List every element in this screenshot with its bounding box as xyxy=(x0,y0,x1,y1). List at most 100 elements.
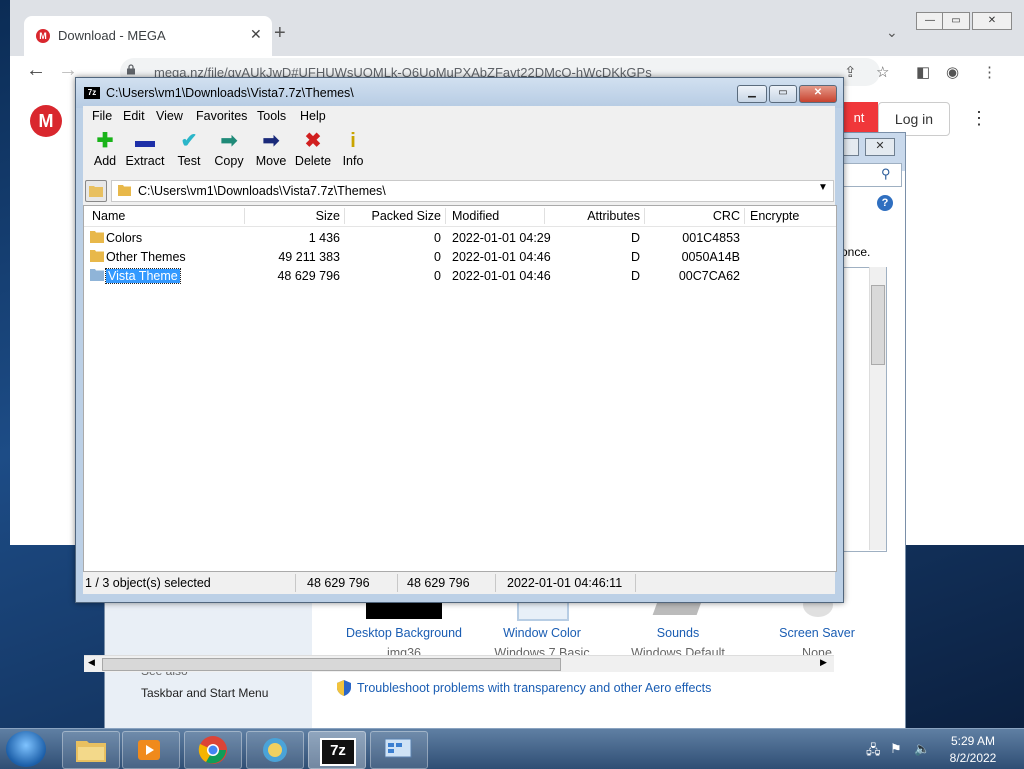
desktop-background-link[interactable]: Desktop Background xyxy=(334,626,474,640)
clock-time[interactable]: 5:29 AM xyxy=(950,734,996,748)
chrome-menu-icon[interactable]: ⋮ xyxy=(982,63,997,81)
status-packed: 48 629 796 xyxy=(407,576,470,590)
file-name: Other Themes xyxy=(106,250,186,264)
table-row[interactable]: Other Themes 49 211 383 0 2022-01-01 04:46 D… xyxy=(84,247,836,266)
action-center-flag-icon[interactable]: ⚑ xyxy=(890,741,902,757)
menu-edit[interactable]: Edit xyxy=(123,109,145,123)
start-button[interactable] xyxy=(6,731,46,767)
toolbar-label: Delete xyxy=(294,154,332,168)
scroll-left-arrow-icon[interactable]: ◀ xyxy=(88,657,95,668)
back-arrow-icon[interactable]: ← xyxy=(26,59,46,82)
search-input[interactable]: ⚲ xyxy=(840,163,902,187)
file-size: 49 211 383 xyxy=(278,250,340,264)
sevenzip-client: File Edit View Favorites Tools Help ✚ Add… xyxy=(83,106,837,672)
column-size[interactable]: Size xyxy=(244,209,340,223)
sevenzip-taskbar-button[interactable]: 7z xyxy=(308,731,366,769)
photo-viewer-taskbar-button[interactable] xyxy=(246,731,304,769)
window-color-link[interactable]: Window Color xyxy=(472,626,612,640)
header-divider[interactable] xyxy=(445,208,446,224)
troubleshoot-link[interactable]: Troubleshoot problems with transparency … xyxy=(357,681,711,695)
help-icon[interactable]: ? xyxy=(877,195,893,211)
toolbar-move-button[interactable]: ➡ Move xyxy=(249,130,293,168)
file-size: 48 629 796 xyxy=(277,269,340,283)
mega-favicon-icon: M xyxy=(36,29,50,43)
toolbar-delete-button[interactable]: ✖ Delete xyxy=(291,130,335,168)
menu-help[interactable]: Help xyxy=(300,109,326,123)
explorer-taskbar-button[interactable] xyxy=(62,731,120,769)
up-folder-button[interactable] xyxy=(85,180,107,202)
minimize-button[interactable]: ▁ xyxy=(737,85,767,103)
toolbar-extract-button[interactable]: ▬ Extract xyxy=(123,130,167,168)
toolbar-add-button[interactable]: ✚ Add xyxy=(83,130,127,168)
control-panel-taskbar-button[interactable] xyxy=(370,731,428,769)
lock-icon xyxy=(127,64,135,75)
check-icon: ✔ xyxy=(180,130,198,152)
maximize-button[interactable]: ▭ xyxy=(769,85,797,103)
sevenzip-titlebar[interactable]: 7z C:\Users\vm1\Downloads\Vista7.7z\Them… xyxy=(76,78,843,108)
chrome-taskbar-button[interactable] xyxy=(184,731,242,769)
profile-avatar-icon[interactable]: ◉ xyxy=(946,63,959,81)
horizontal-scrollbar[interactable]: ◀ ▶ xyxy=(84,655,834,672)
toolbar-test-button[interactable]: ✔ Test xyxy=(167,130,211,168)
menu-view[interactable]: View xyxy=(156,109,183,123)
sevenzip-window: 7z C:\Users\vm1\Downloads\Vista7.7z\Them… xyxy=(75,77,844,672)
volume-icon[interactable]: 🔈 xyxy=(914,741,930,757)
tab-close-icon[interactable]: ✕ xyxy=(250,26,262,43)
media-player-taskbar-button[interactable] xyxy=(122,731,180,769)
screen-saver-link[interactable]: Screen Saver xyxy=(747,626,887,640)
column-name[interactable]: Name xyxy=(92,209,125,223)
minimize-button[interactable]: — xyxy=(916,12,944,30)
table-row[interactable]: Vista Theme 48 629 796 0 2022-01-01 04:46 D 0… xyxy=(84,266,836,285)
folder-icon xyxy=(118,185,131,196)
toolbar-copy-button[interactable]: ➡ Copy xyxy=(207,130,251,168)
horizontal-scroll-thumb[interactable] xyxy=(102,658,561,671)
menu-favorites[interactable]: Favorites xyxy=(196,109,247,123)
close-button[interactable]: ✕ xyxy=(799,85,837,103)
menu-file[interactable]: File xyxy=(92,109,112,123)
new-tab-button[interactable]: + xyxy=(274,22,286,45)
status-divider xyxy=(295,574,296,592)
column-packed-size[interactable]: Packed Size xyxy=(344,209,441,223)
page-menu-icon[interactable]: ⋮ xyxy=(970,108,988,129)
path-combobox[interactable]: C:\Users\vm1\Downloads\Vista7.7z\Themes\… xyxy=(111,180,834,202)
clock-date[interactable]: 8/2/2022 xyxy=(946,751,1000,765)
login-button[interactable]: Log in xyxy=(878,102,950,136)
mega-logo-icon[interactable]: M xyxy=(30,105,62,137)
dropdown-arrow-icon[interactable]: ▼ xyxy=(818,182,828,193)
close-button[interactable]: ✕ xyxy=(972,12,1012,30)
theme-list-scroll-thumb[interactable] xyxy=(871,285,885,365)
table-row[interactable]: Colors 1 436 0 2022-01-01 04:29 D 001C4853 xyxy=(84,228,836,247)
folder-icon xyxy=(90,231,104,243)
column-crc[interactable]: CRC xyxy=(644,209,740,223)
folder-icon xyxy=(76,741,106,762)
toolbar-info-button[interactable]: i Info xyxy=(331,130,375,168)
share-icon[interactable]: ⇪ xyxy=(844,63,857,81)
sign-up-button[interactable]: nt xyxy=(840,102,878,134)
side-panel-icon[interactable]: ◧ xyxy=(916,63,930,81)
personalization-close-button[interactable]: ✕ xyxy=(865,138,895,156)
file-attributes: D xyxy=(630,250,640,264)
tab-mega[interactable]: M Download - MEGA ✕ xyxy=(24,16,272,56)
menu-tools[interactable]: Tools xyxy=(257,109,286,123)
search-icon: ⚲ xyxy=(881,166,891,181)
sounds-link[interactable]: Sounds xyxy=(608,626,748,640)
bookmark-star-icon[interactable]: ☆ xyxy=(876,63,889,81)
up-folder-icon xyxy=(89,186,103,197)
media-player-icon xyxy=(138,740,160,760)
toolbar-label: Add xyxy=(93,154,117,168)
file-attributes: D xyxy=(630,269,640,283)
scroll-right-arrow-icon[interactable]: ▶ xyxy=(820,657,827,668)
path-row: C:\Users\vm1\Downloads\Vista7.7z\Themes\… xyxy=(83,180,835,202)
taskbar-start-menu-link[interactable]: Taskbar and Start Menu xyxy=(141,686,268,700)
theme-description-text: once. xyxy=(841,245,871,259)
maximize-button[interactable]: ▭ xyxy=(942,12,970,30)
tab-search-chevron-icon[interactable]: ⌄ xyxy=(886,24,898,41)
file-modified: 2022-01-01 04:46 xyxy=(452,269,551,283)
column-attributes[interactable]: Attributes xyxy=(544,209,640,223)
column-modified[interactable]: Modified xyxy=(452,209,499,223)
column-encrypted[interactable]: Encrypte xyxy=(750,209,834,223)
network-icon[interactable]: 🖧 xyxy=(866,741,881,763)
minus-icon: ▬ xyxy=(135,130,155,152)
header-divider[interactable] xyxy=(744,208,745,224)
status-bar: 1 / 3 object(s) selected 48 629 796 48 6… xyxy=(83,573,835,593)
